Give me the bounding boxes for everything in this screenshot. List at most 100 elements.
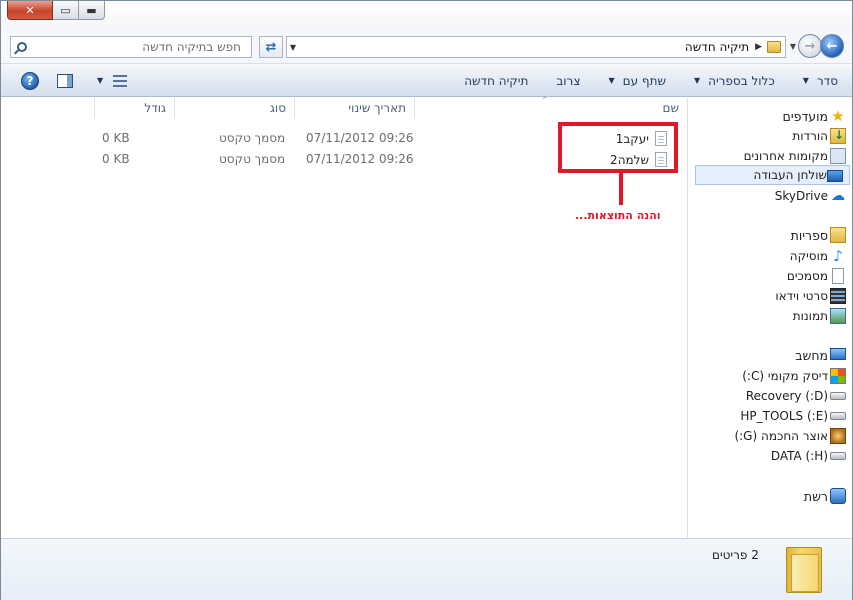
nav-label: מחשב xyxy=(795,347,828,363)
forward-button[interactable]: → xyxy=(798,34,822,58)
column-divider[interactable] xyxy=(294,98,295,118)
column-divider[interactable] xyxy=(414,98,415,118)
nav-label: SkyDrive xyxy=(774,189,828,203)
column-header-name[interactable]: שם xyxy=(414,98,687,118)
column-header-size[interactable]: גודל xyxy=(94,98,174,118)
item-count: 2 פריטים xyxy=(712,548,759,562)
nav-label: מוסיקה xyxy=(789,249,828,263)
menu-label: סדר xyxy=(816,73,838,88)
file-size: 0 KB xyxy=(102,131,130,145)
breadcrumb-separator-icon[interactable]: ▶ xyxy=(755,42,762,52)
nav-item-documents[interactable]: מסמכים xyxy=(787,266,852,286)
column-header-date[interactable]: תאריך שינוי xyxy=(294,98,414,118)
nav-item-music[interactable]: ♪ מוסיקה xyxy=(790,246,852,266)
breadcrumb-item[interactable]: תיקיה חדשה xyxy=(685,40,749,54)
hard-drive-icon xyxy=(830,392,846,400)
nav-item-recent-places[interactable]: מקומות אחרונים xyxy=(744,146,852,166)
nav-label: סרטי וידאו xyxy=(775,289,828,303)
column-divider[interactable] xyxy=(94,98,95,118)
nav-label: אוצר החכמה (G:) xyxy=(734,429,828,443)
cloud-icon: ☁ xyxy=(831,188,845,204)
nav-item-drive-g[interactable]: אוצר החכמה (G:) xyxy=(734,426,852,446)
hard-drive-icon xyxy=(830,452,846,460)
refresh-icon: ⇄ xyxy=(265,39,277,55)
new-folder-button[interactable]: תיקיה חדשה xyxy=(464,74,528,88)
nav-label: (D:) Recovery xyxy=(745,389,828,403)
nav-favorites[interactable]: ★ מועדפים xyxy=(783,106,852,126)
column-label: גודל xyxy=(144,101,166,115)
column-label: תאריך שינוי xyxy=(348,101,406,115)
desktop-icon xyxy=(827,170,843,182)
star-icon: ★ xyxy=(831,107,845,125)
nav-network[interactable]: רשת xyxy=(804,486,852,506)
include-in-library-menu[interactable]: כלול בספריה ▼ xyxy=(694,74,775,88)
search-box[interactable] xyxy=(10,36,252,58)
nav-item-drive-c[interactable]: דיסק מקומי (C:) xyxy=(742,366,852,386)
column-header-type[interactable]: סוג xyxy=(174,98,294,118)
custom-drive-icon xyxy=(830,428,846,444)
nav-libraries[interactable]: ספריות xyxy=(791,225,852,245)
documents-icon xyxy=(832,268,844,284)
menu-label: תיקיה חדשה xyxy=(464,73,529,88)
file-date: 07/11/2012 09:26 xyxy=(306,131,414,145)
nav-item-drive-d[interactable]: (D:) Recovery xyxy=(746,386,852,406)
view-controls: ? ▼ xyxy=(21,64,128,97)
menu-label: צרוב xyxy=(556,73,581,88)
nav-item-drive-e[interactable]: (E:) HP_TOOLS xyxy=(740,406,852,426)
share-with-menu[interactable]: שתף עם ▼ xyxy=(608,74,666,88)
windows-drive-icon xyxy=(830,368,846,384)
search-input[interactable] xyxy=(27,40,245,54)
pictures-icon xyxy=(830,308,846,324)
refresh-button[interactable]: ⇄ xyxy=(259,36,283,58)
address-bar[interactable]: ▶ תיקיה חדשה xyxy=(286,36,786,58)
nav-item-desktop[interactable]: שולחן העבודה xyxy=(695,165,850,185)
folder-icon xyxy=(786,547,822,593)
maximize-button[interactable]: ▭ xyxy=(53,1,79,20)
arrow-right-icon: → xyxy=(804,38,816,54)
minimize-button[interactable]: ▬ xyxy=(79,1,105,20)
nav-item-pictures[interactable]: תמונות xyxy=(793,306,852,326)
nav-label: תמונות xyxy=(792,309,828,323)
nav-item-drive-h[interactable]: (H:) DATA xyxy=(771,446,852,466)
recent-places-icon xyxy=(830,148,846,164)
nav-label: הורדות xyxy=(792,129,828,143)
file-date: 07/11/2012 09:26 xyxy=(306,152,414,166)
nav-label: מסמכים xyxy=(786,269,828,283)
address-row: ⇄ ▶ תיקיה חדשה ▼ ▼ → ← xyxy=(1,31,852,63)
title-bar: ✕ ▭ ▬ xyxy=(1,1,852,31)
chevron-down-icon: ▼ xyxy=(693,76,701,85)
recent-pages-dropdown[interactable]: ▼ xyxy=(788,42,798,51)
close-button[interactable]: ✕ xyxy=(7,1,53,20)
burn-button[interactable]: צרוב xyxy=(556,74,580,88)
change-view-icon[interactable] xyxy=(113,74,128,87)
computer-icon xyxy=(830,348,846,360)
nav-label: שולחן העבודה xyxy=(753,168,827,182)
downloads-icon xyxy=(830,128,846,144)
annotation-pointer-line xyxy=(619,173,623,205)
search-icon[interactable] xyxy=(17,42,27,52)
command-items: סדר ▼ כלול בספריה ▼ שתף עם ▼ צרוב תיקיה … xyxy=(464,64,838,97)
nav-item-skydrive[interactable]: ☁ SkyDrive xyxy=(775,186,852,206)
column-divider[interactable] xyxy=(174,98,175,118)
annotation-highlight-box xyxy=(558,122,678,173)
file-size: 0 KB xyxy=(102,152,130,166)
navigation-pane: ★ מועדפים הורדות מקומות אחרונים שולחן הע… xyxy=(688,98,852,538)
hard-drive-icon xyxy=(830,412,846,420)
back-button[interactable]: ← xyxy=(820,34,844,58)
file-type: מסמך טקסט xyxy=(219,131,286,145)
annotation-caption: והנה התוצאות... xyxy=(575,209,661,222)
chevron-down-icon[interactable]: ▼ xyxy=(97,76,103,85)
nav-item-downloads[interactable]: הורדות xyxy=(792,126,852,146)
file-type: מסמך טקסט xyxy=(219,152,286,166)
address-dropdown-button[interactable]: ▼ xyxy=(284,36,302,58)
preview-pane-icon[interactable] xyxy=(57,73,73,88)
arrow-left-icon: ← xyxy=(826,38,838,54)
nav-item-videos[interactable]: סרטי וידאו xyxy=(775,286,852,306)
nav-computer[interactable]: מחשב xyxy=(795,345,852,365)
chevron-down-icon: ▼ xyxy=(802,76,809,85)
help-icon[interactable]: ? xyxy=(21,71,39,90)
organize-menu[interactable]: סדר ▼ xyxy=(803,74,838,88)
column-label: שם xyxy=(662,101,679,115)
caption-buttons: ✕ ▭ ▬ xyxy=(7,1,105,20)
nav-label: דיסק מקומי (C:) xyxy=(742,369,828,383)
